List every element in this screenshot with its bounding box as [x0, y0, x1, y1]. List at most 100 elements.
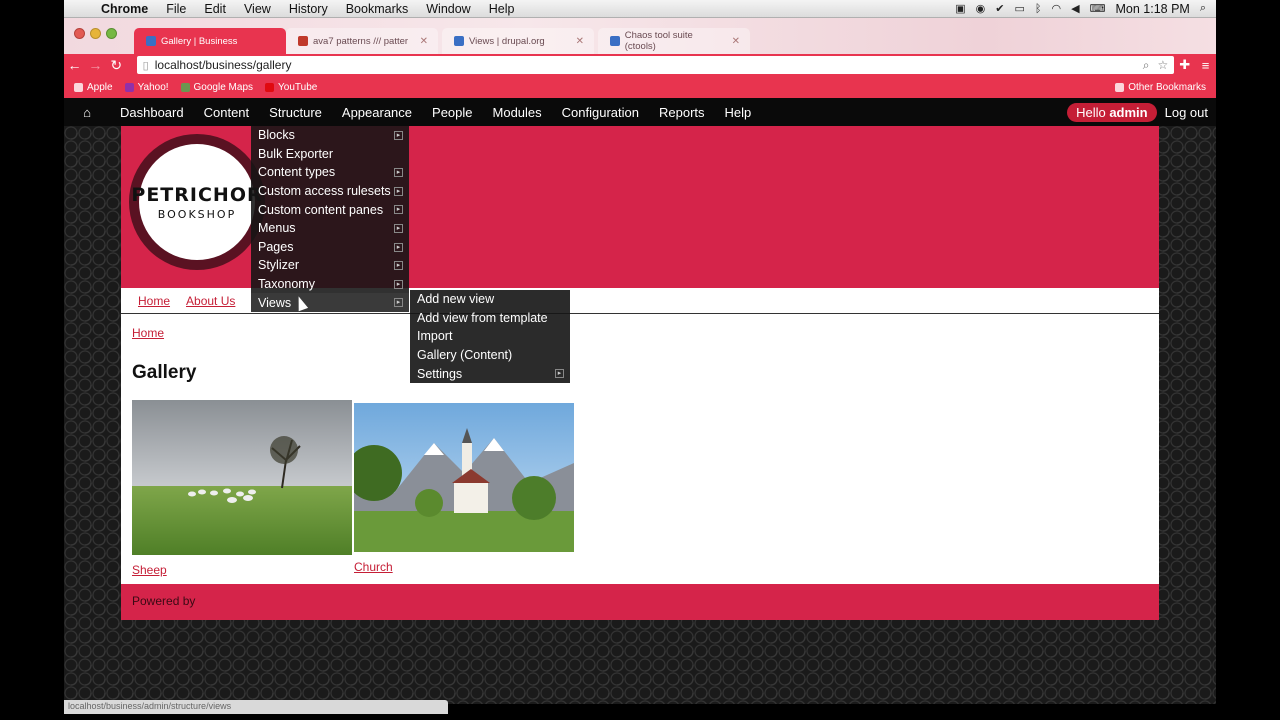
structure-bulk-exporter[interactable]: Bulk Exporter [251, 145, 409, 164]
admin-structure[interactable]: Structure [259, 105, 332, 120]
views-import[interactable]: Import [410, 327, 570, 346]
menu-bookmarks[interactable]: Bookmarks [337, 2, 418, 16]
structure-views[interactable]: Views ▸ [251, 293, 409, 312]
menu-item-label: Gallery (Content) [417, 348, 513, 363]
views-submenu: Add new view Add view from template Impo… [410, 290, 570, 383]
left-letterbox [0, 0, 64, 720]
nav-about-us[interactable]: About Us [186, 294, 235, 308]
views-settings[interactable]: Settings ▸ [410, 364, 570, 383]
minimize-window-icon[interactable] [90, 28, 101, 39]
structure-pages[interactable]: Pages ▸ [251, 238, 409, 257]
status-bar: localhost/business/admin/structure/views [64, 700, 448, 714]
close-tab-icon[interactable]: ✕ [724, 36, 740, 47]
bookmark-google-maps[interactable]: Google Maps [180, 81, 254, 93]
structure-custom-access-rulesets[interactable]: Custom access rulesets ▸ [251, 182, 409, 201]
menu-item-label: Blocks [258, 128, 295, 143]
church-image[interactable] [354, 403, 574, 552]
admin-people[interactable]: People [422, 105, 482, 120]
admin-dashboard[interactable]: Dashboard [110, 105, 194, 120]
tab-gallery[interactable]: Gallery | Business [134, 28, 286, 54]
search-icon[interactable]: ⌕ [1143, 58, 1150, 73]
menu-item-label: Custom access rulesets [258, 184, 391, 199]
admin-modules[interactable]: Modules [483, 105, 552, 120]
views-add-new-view[interactable]: Add new view [410, 290, 570, 309]
gallery-caption-sheep[interactable]: Sheep [132, 563, 352, 577]
structure-stylizer[interactable]: Stylizer ▸ [251, 256, 409, 275]
admin-appearance[interactable]: Appearance [332, 105, 422, 120]
clock[interactable]: Mon 1:18 PM [1115, 2, 1189, 16]
breadcrumb[interactable]: Home [132, 326, 164, 340]
close-window-icon[interactable] [74, 28, 85, 39]
gallery-item-church[interactable]: Church [354, 403, 574, 574]
structure-blocks[interactable]: Blocks ▸ [251, 126, 409, 145]
menu-file[interactable]: File [157, 2, 195, 16]
bookmarks-bar: Apple Yahoo! Google Maps YouTube Other B… [64, 76, 1216, 98]
browser-toolbar: ← → ↻ ▯ localhost/business/gallery ⌕ ☆ ✚… [64, 54, 1216, 76]
bookmark-yahoo[interactable]: Yahoo! [124, 81, 169, 93]
sheep-image[interactable] [132, 400, 352, 555]
reload-icon[interactable]: ↻ [106, 57, 127, 74]
menu-edit[interactable]: Edit [195, 2, 235, 16]
menu-history[interactable]: History [280, 2, 337, 16]
sync-icon[interactable]: ◉ [976, 2, 986, 15]
volume-icon[interactable]: ◀ [1071, 2, 1079, 15]
extension-icon[interactable]: ✚ [1174, 57, 1195, 73]
admin-configuration[interactable]: Configuration [552, 105, 649, 120]
chrome-menu-icon[interactable]: ≡ [1195, 58, 1216, 73]
admin-content[interactable]: Content [194, 105, 260, 120]
site-logo[interactable]: PETRICHOR BOOKSHOP [129, 134, 265, 270]
battery-icon[interactable]: ▭ [1015, 2, 1025, 15]
menu-help[interactable]: Help [480, 2, 524, 16]
bookmark-apple[interactable]: Apple [74, 82, 113, 93]
zoom-window-icon[interactable] [106, 28, 117, 39]
nav-home[interactable]: Home [138, 294, 170, 308]
menu-item-label: Custom content panes [258, 202, 384, 217]
forward-icon[interactable]: → [85, 57, 106, 73]
menu-item-label: Stylizer [258, 258, 299, 273]
close-tab-icon[interactable]: ✕ [568, 36, 584, 47]
star-icon[interactable]: ☆ [1157, 58, 1168, 73]
home-icon[interactable]: ⌂ [64, 105, 110, 120]
check-icon[interactable]: ✔ [995, 2, 1004, 15]
menu-app[interactable]: Chrome [92, 2, 157, 16]
hello-username: admin [1109, 104, 1148, 120]
window-controls [74, 28, 117, 39]
page-title: Gallery [132, 362, 197, 383]
spotlight-icon[interactable]: ⌕ [1200, 2, 1206, 15]
bookmark-label: Yahoo! [137, 81, 169, 93]
other-bookmarks[interactable]: Other Bookmarks [1115, 82, 1216, 93]
tab-ctools[interactable]: Chaos tool suite (ctools) ✕ [598, 28, 750, 54]
tab-patterns[interactable]: ava7 patterns /// patter ✕ [286, 28, 438, 54]
logout-link[interactable]: Log out [1165, 105, 1208, 120]
submenu-arrow-icon: ▸ [555, 369, 564, 379]
close-tab-icon[interactable]: ✕ [412, 36, 428, 47]
bluetooth-icon[interactable]: ᛒ [1035, 3, 1042, 15]
keyboard-icon[interactable]: ⌨ [1090, 2, 1106, 15]
views-gallery-content[interactable]: Gallery (Content) [410, 346, 570, 365]
hello-user-badge[interactable]: Hello admin [1067, 102, 1157, 122]
wifi-icon[interactable]: ◠ [1052, 2, 1062, 15]
right-letterbox [1216, 0, 1280, 720]
structure-dropdown: Blocks ▸ Bulk Exporter Content types ▸ Cus… [251, 126, 409, 312]
back-icon[interactable]: ← [64, 57, 85, 73]
address-bar[interactable]: ▯ localhost/business/gallery ⌕ ☆ [136, 56, 1175, 74]
gallery-item-sheep[interactable]: Sheep [132, 400, 352, 577]
camera-icon[interactable]: ▣ [955, 2, 965, 15]
gallery-caption-church[interactable]: Church [354, 560, 574, 574]
structure-taxonomy[interactable]: Taxonomy ▸ [251, 275, 409, 294]
tab-label: Gallery | Business [161, 35, 238, 47]
views-add-from-template[interactable]: Add view from template [410, 309, 570, 328]
admin-reports[interactable]: Reports [649, 105, 715, 120]
menu-window[interactable]: Window [417, 2, 479, 16]
structure-custom-content-panes[interactable]: Custom content panes ▸ [251, 200, 409, 219]
bookmark-youtube[interactable]: YouTube [265, 82, 317, 93]
bookmark-label: Google Maps [193, 81, 254, 93]
admin-help[interactable]: Help [715, 105, 762, 120]
menu-item-label: Import [417, 329, 453, 344]
menu-view[interactable]: View [235, 2, 280, 16]
hello-prefix: Hello [1076, 104, 1106, 120]
submenu-arrow-icon: ▸ [394, 205, 403, 215]
tab-views[interactable]: Views | drupal.org ✕ [442, 28, 594, 54]
structure-content-types[interactable]: Content types ▸ [251, 163, 409, 182]
structure-menus[interactable]: Menus ▸ [251, 219, 409, 238]
